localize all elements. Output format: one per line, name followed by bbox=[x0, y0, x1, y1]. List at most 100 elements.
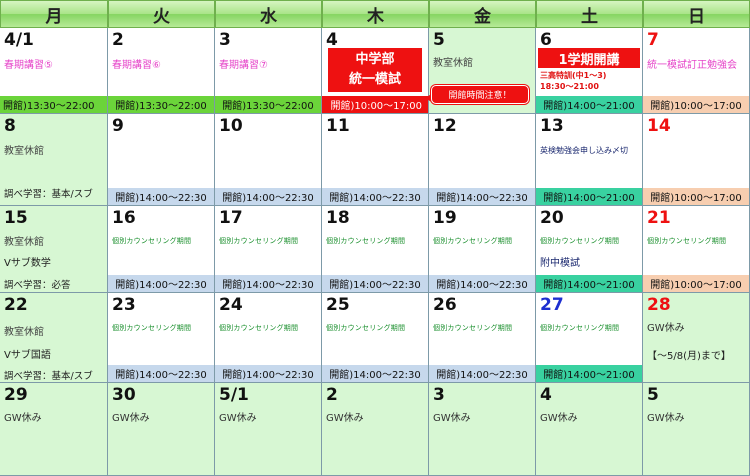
hours-bar: 開館)14:00～22:30 bbox=[429, 275, 535, 292]
day-cell[interactable]: 24 個別カウンセリング期間 開館)14:00～22:30 bbox=[215, 293, 322, 383]
date-number: 27 bbox=[540, 295, 564, 315]
date-number: 19 bbox=[433, 208, 457, 228]
day-cell[interactable]: 15 教室休館 Vサブ数学 調べ学習：必答 bbox=[0, 206, 108, 293]
mock-exam-note: 附中模試 bbox=[540, 258, 580, 269]
hours-bar: 開館)14:00～22:30 bbox=[322, 188, 428, 205]
date-number: 6 bbox=[540, 30, 552, 50]
day-cell[interactable]: 30 GW休み bbox=[108, 383, 215, 476]
study-note: 調べ学習：必答 bbox=[4, 280, 71, 291]
day-cell[interactable]: 5 GW休み bbox=[643, 383, 750, 476]
day-cell[interactable]: 12 開館)14:00～22:30 bbox=[429, 114, 536, 206]
hours-bar: 開館)14:00～22:30 bbox=[215, 275, 321, 292]
day-cell[interactable]: 20 個別カウンセリング期間 附中模試 開館)14:00～21:00 bbox=[536, 206, 643, 293]
counseling-note: 個別カウンセリング期間 bbox=[647, 237, 727, 245]
hours-bar: 開館)14:00～21:00 bbox=[536, 365, 642, 382]
day-cell[interactable]: 26 個別カウンセリング期間 開館)14:00～22:30 bbox=[429, 293, 536, 383]
weekday-header-mon: 月 bbox=[0, 0, 108, 28]
gw-holiday-label: GW休み bbox=[326, 413, 364, 424]
day-cell[interactable]: 28 GW休み 【～5/8(月)まで】 bbox=[643, 293, 750, 383]
subject-note: Vサブ国語 bbox=[4, 350, 51, 361]
day-cell[interactable]: 22 教室休館 Vサブ国語 調べ学習：基本/スブ bbox=[0, 293, 108, 383]
date-number: 12 bbox=[433, 116, 457, 136]
day-cell[interactable]: 27 個別カウンセリング期間 開館)14:00～21:00 bbox=[536, 293, 643, 383]
day-cell[interactable]: 13 英検勉強会申し込み〆切 開館)14:00～21:00 bbox=[536, 114, 643, 206]
hours-bar: 開館)14:00～22:30 bbox=[322, 365, 428, 382]
day-cell[interactable]: 7 統一模試訂正勉強会 開館)10:00～17:00 bbox=[643, 28, 750, 114]
gw-range-note: 【～5/8(月)まで】 bbox=[647, 351, 731, 362]
date-number: 17 bbox=[219, 208, 243, 228]
day-cell[interactable]: 23 個別カウンセリング期間 開館)14:00～22:30 bbox=[108, 293, 215, 383]
hours-bar: 開館)14:00～22:30 bbox=[215, 365, 321, 382]
hours-bar: 開館)14:00～22:30 bbox=[108, 188, 214, 205]
day-cell[interactable]: 21 個別カウンセリング期間 開館)10:00～17:00 bbox=[643, 206, 750, 293]
date-number: 5 bbox=[433, 30, 445, 50]
study-note: 調べ学習：基本/スブ bbox=[4, 371, 93, 382]
hours-bar: 開館)14:00～21:00 bbox=[536, 96, 642, 113]
subject-note: Vサブ数学 bbox=[4, 258, 51, 269]
day-cell[interactable]: 25 個別カウンセリング期間 開館)14:00～22:30 bbox=[322, 293, 429, 383]
date-number: 3 bbox=[433, 385, 445, 405]
date-number: 4 bbox=[326, 30, 338, 50]
weekday-header-fri: 金 bbox=[429, 0, 536, 28]
date-number: 14 bbox=[647, 116, 671, 136]
day-cell[interactable]: 4 GW休み bbox=[536, 383, 643, 476]
day-cell[interactable]: 8 教室休館 調べ学習：基本/スブ bbox=[0, 114, 108, 206]
day-cell[interactable]: 2 春期講習⑥ 開館)13:30～22:00 bbox=[108, 28, 215, 114]
day-cell[interactable]: 29 GW休み bbox=[0, 383, 108, 476]
exam-banner: 中学部 統一模試 bbox=[328, 48, 422, 92]
day-cell[interactable]: 4 中学部 統一模試 開館)10:00～17:00 bbox=[322, 28, 429, 114]
date-number: 9 bbox=[112, 116, 124, 136]
day-cell[interactable]: 4/1 春期講習⑤ 開館)13:30～22:00 bbox=[0, 28, 108, 114]
date-number: 2 bbox=[326, 385, 338, 405]
day-cell[interactable]: 9 開館)14:00～22:30 bbox=[108, 114, 215, 206]
gw-holiday-label: GW休み bbox=[219, 413, 257, 424]
day-cell[interactable]: 14 開館)10:00～17:00 bbox=[643, 114, 750, 206]
hours-bar: 開館)13:30～22:00 bbox=[108, 96, 214, 113]
deadline-note: 英検勉強会申し込み〆切 bbox=[540, 146, 628, 155]
date-number: 22 bbox=[4, 295, 28, 315]
study-note: 調べ学習：基本/スブ bbox=[4, 189, 93, 200]
opening-hours-warning: 開館時間注意！ bbox=[431, 85, 529, 104]
hours-bar: 開館)14:00～22:30 bbox=[429, 365, 535, 382]
closed-note: 教室休館 bbox=[4, 237, 44, 248]
weekday-header-sat: 土 bbox=[536, 0, 643, 28]
calendar: 月 火 水 木 金 土 日 4/1 春期講習⑤ 開館)13:30～22:00 2… bbox=[0, 0, 750, 476]
day-cell[interactable]: 16 個別カウンセリング期間 開館)14:00～22:30 bbox=[108, 206, 215, 293]
day-cell[interactable]: 5/1 GW休み bbox=[215, 383, 322, 476]
date-number: 15 bbox=[4, 208, 28, 228]
hours-bar: 開館)10:00～17:00 bbox=[643, 188, 749, 205]
hours-bar: 開館)14:00～22:30 bbox=[322, 275, 428, 292]
day-cell[interactable]: 3 春期講習⑦ 開館)13:30～22:00 bbox=[215, 28, 322, 114]
date-number: 30 bbox=[112, 385, 136, 405]
weekday-header-thu: 木 bbox=[322, 0, 429, 28]
day-cell[interactable]: 18 個別カウンセリング期間 開館)14:00～22:30 bbox=[322, 206, 429, 293]
date-number: 18 bbox=[326, 208, 350, 228]
counseling-note: 個別カウンセリング期間 bbox=[219, 324, 299, 332]
hours-bar: 開館)14:00～22:30 bbox=[108, 365, 214, 382]
gw-holiday-label: GW休み bbox=[647, 323, 685, 334]
counseling-note: 個別カウンセリング期間 bbox=[433, 324, 513, 332]
day-cell[interactable]: 11 開館)14:00～22:30 bbox=[322, 114, 429, 206]
date-number: 4/1 bbox=[4, 30, 34, 50]
counseling-note: 個別カウンセリング期間 bbox=[112, 324, 192, 332]
day-cell[interactable]: 2 GW休み bbox=[322, 383, 429, 476]
gw-holiday-label: GW休み bbox=[433, 413, 471, 424]
gw-holiday-label: GW休み bbox=[4, 413, 42, 424]
date-number: 3 bbox=[219, 30, 231, 50]
date-number: 5/1 bbox=[219, 385, 249, 405]
date-number: 13 bbox=[540, 116, 564, 136]
day-cell[interactable]: 10 開館)14:00～22:30 bbox=[215, 114, 322, 206]
day-cell[interactable]: 19 個別カウンセリング期間 開館)14:00～22:30 bbox=[429, 206, 536, 293]
day-cell[interactable]: 3 GW休み bbox=[429, 383, 536, 476]
hours-bar: 開館)10:00～17:00 bbox=[322, 96, 428, 113]
counseling-note: 個別カウンセリング期間 bbox=[540, 324, 620, 332]
gw-holiday-label: GW休み bbox=[540, 413, 578, 424]
counseling-note: 個別カウンセリング期間 bbox=[326, 324, 406, 332]
hours-bar: 開館)10:00～17:00 bbox=[643, 275, 749, 292]
hours-bar: 開館)14:00～21:00 bbox=[536, 275, 642, 292]
hours-bar: 開館)10:00～17:00 bbox=[643, 96, 749, 113]
day-cell[interactable]: 17 個別カウンセリング期間 開館)14:00～22:30 bbox=[215, 206, 322, 293]
date-number: 28 bbox=[647, 295, 671, 315]
closed-note: 教室休館 bbox=[4, 327, 44, 338]
day-cell[interactable]: 6 1学期開講 三高特訓(中1～3) 18:30～21:00 開館)14:00～… bbox=[536, 28, 643, 114]
